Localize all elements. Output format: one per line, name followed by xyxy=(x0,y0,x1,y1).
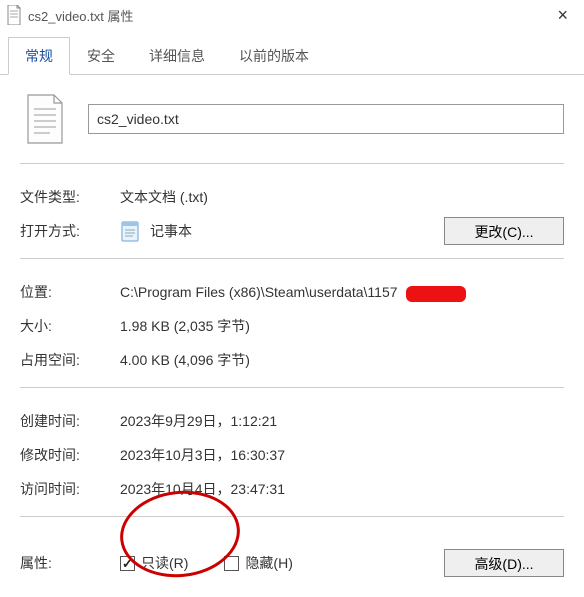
tab-previous-versions[interactable]: 以前的版本 xyxy=(222,37,326,75)
openwith-label: 打开方式: xyxy=(20,221,120,241)
tab-security[interactable]: 安全 xyxy=(70,37,132,75)
size-value: 1.98 KB (2,035 字节) xyxy=(120,316,564,336)
tabs: 常规 安全 详细信息 以前的版本 xyxy=(0,36,584,75)
modified-label: 修改时间: xyxy=(20,445,120,465)
checkbox-icon xyxy=(224,556,239,571)
notepad-icon xyxy=(120,219,142,243)
tab-details[interactable]: 详细信息 xyxy=(132,37,222,75)
close-button[interactable]: × xyxy=(551,5,574,26)
divider xyxy=(20,516,564,517)
hidden-label: 隐藏(H) xyxy=(245,553,292,573)
redacted-marker xyxy=(406,286,466,302)
divider xyxy=(20,387,564,388)
location-label: 位置: xyxy=(20,282,120,302)
filename-input[interactable] xyxy=(88,104,564,134)
tab-panel-general: 文件类型: 文本文档 (.txt) 打开方式: 记事本 更改(C)... 位置: xyxy=(0,75,584,597)
filetype-value: 文本文档 (.txt) xyxy=(120,187,564,207)
modified-value: 2023年10月3日，16:30:37 xyxy=(120,445,564,465)
change-button[interactable]: 更改(C)... xyxy=(444,217,564,245)
sizeondisk-value: 4.00 KB (4,096 字节) xyxy=(120,350,564,370)
created-label: 创建时间: xyxy=(20,411,120,431)
accessed-label: 访问时间: xyxy=(20,479,120,499)
location-value: C:\Program Files (x86)\Steam\userdata\11… xyxy=(120,284,564,300)
checkbox-icon xyxy=(120,556,135,571)
attributes-label: 属性: xyxy=(20,553,120,573)
window-title: cs2_video.txt 属性 xyxy=(28,6,134,25)
openwith-value: 记事本 xyxy=(150,221,192,241)
created-value: 2023年9月29日，1:12:21 xyxy=(120,411,564,431)
file-type-icon xyxy=(24,93,66,145)
titlebar: cs2_video.txt 属性 × xyxy=(0,0,584,28)
divider xyxy=(20,258,564,259)
readonly-checkbox[interactable]: 只读(R) xyxy=(120,553,188,573)
readonly-label: 只读(R) xyxy=(141,553,188,573)
advanced-button[interactable]: 高级(D)... xyxy=(444,549,564,577)
filetype-label: 文件类型: xyxy=(20,187,120,207)
size-label: 大小: xyxy=(20,316,120,336)
hidden-checkbox[interactable]: 隐藏(H) xyxy=(224,553,292,573)
divider xyxy=(20,163,564,164)
sizeondisk-label: 占用空间: xyxy=(20,350,120,370)
tab-general[interactable]: 常规 xyxy=(8,37,70,75)
text-file-icon xyxy=(6,5,22,25)
accessed-value: 2023年10月4日，23:47:31 xyxy=(120,479,564,499)
